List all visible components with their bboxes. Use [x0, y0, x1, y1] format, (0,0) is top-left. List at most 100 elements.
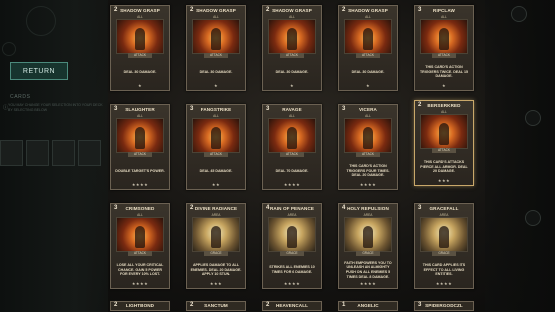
card[interactable]: 4 RAIN OF PENANCE AREA GRACE STRIKES ALL… [262, 203, 322, 289]
card-art [420, 114, 468, 149]
return-button[interactable]: RETURN [10, 62, 68, 80]
card[interactable]: 2 SHADOW GRASP ALL ATTACK DEAL 30 DAMAGE… [186, 5, 246, 91]
card-art [344, 217, 392, 252]
card-type: ATTACK [432, 53, 456, 58]
card-name: ANGELIC [357, 303, 379, 308]
card-art [420, 19, 468, 54]
card-type: ATTACK [128, 152, 152, 157]
figure-icon [211, 28, 221, 50]
card-name: SANCTUM [204, 303, 228, 308]
deck-slots [0, 140, 101, 166]
card[interactable]: 1 ANGELIC [338, 301, 398, 311]
ornament-icon [26, 6, 56, 36]
card-description: DEAL 30 DAMAGE. [275, 69, 309, 74]
card-type: ATTACK [204, 152, 228, 157]
card-type: GRACE [280, 251, 304, 256]
card-name: SHADOW GRASP [196, 8, 236, 13]
card-type: ATTACK [128, 251, 152, 256]
card-description: THIS CARD'S ATTACKS PIERCE ALL ARMOR. DE… [420, 160, 468, 174]
card-name: SHADOW GRASP [120, 8, 160, 13]
figure-icon [287, 28, 297, 50]
figure-icon [135, 28, 145, 50]
card[interactable]: 3 RIPCLAW ALL ATTACK THIS CARD'S ACTION … [414, 5, 474, 91]
card[interactable]: 2 DIVINE RADIANCE AREA GRACE APPLIES DAM… [186, 203, 246, 289]
card[interactable]: 2 BERSERKRED ALL ATTACK THIS CARD'S ATTA… [414, 100, 474, 186]
card-art [192, 217, 240, 252]
card-stars: ★ [365, 83, 371, 88]
emblem-icon [525, 210, 541, 226]
card-stars: ★ [441, 83, 447, 88]
card-stars: ★★★★ [131, 281, 149, 286]
emblem-icon [511, 6, 527, 22]
card[interactable]: 2 HEAVENCALL [262, 301, 322, 311]
card[interactable]: 2 LIGHTBOND [110, 301, 170, 311]
card[interactable]: 3 VICERA ALL ATTACK THIS CARD'S ACTION T… [338, 104, 398, 190]
card-description: DOUBLE TARGET'S POWER. [115, 168, 165, 173]
left-panel: RETURN CARDS ⓘ YOU MAY CHANGE YOUR SELEC… [0, 0, 108, 312]
card-type: ATTACK [280, 53, 304, 58]
card-stars: ★★★★ [283, 281, 301, 286]
card-art [268, 217, 316, 252]
card-name: SHADOW GRASP [348, 8, 388, 13]
card[interactable]: 3 CRIMSONED ALL ATTACK LOSE ALL YOUR CRI… [110, 203, 170, 289]
card-name: RIPCLAW [433, 8, 455, 13]
card[interactable]: 3 FANGSTRIKE ALL ATTACK DEAL 45 DAMAGE. … [186, 104, 246, 190]
card-art [116, 19, 164, 54]
card-type: ATTACK [432, 148, 456, 153]
card-type: GRACE [204, 251, 228, 256]
card-type: GRACE [432, 251, 456, 256]
card-stars: ★★★★ [283, 182, 301, 187]
card-art [192, 19, 240, 54]
card-stars: ★ [213, 83, 219, 88]
card-stars: ★★★ [209, 281, 223, 286]
card-art [344, 19, 392, 54]
card-name: SLAUGHTER [125, 107, 155, 112]
card-name: GRACEFALL [429, 206, 459, 211]
card-name: RAIN OF PENANCE [269, 206, 315, 211]
deck-slot[interactable] [26, 140, 49, 166]
card[interactable]: 4 HOLY REPULSION AREA GRACE FAITH EMPOWE… [338, 203, 398, 289]
card-description: DEAL 30 DAMAGE. [123, 69, 157, 74]
deck-slot[interactable] [52, 140, 75, 166]
card-description: DEAL 30 DAMAGE. [199, 69, 233, 74]
figure-icon [439, 28, 449, 50]
deck-slot[interactable] [0, 140, 23, 166]
card-art [420, 217, 468, 252]
card-art [268, 118, 316, 153]
card-type: ATTACK [204, 53, 228, 58]
figure-icon [135, 226, 145, 248]
figure-icon [439, 123, 449, 145]
card[interactable]: 3 RAVAGE ALL ATTACK DEAL 70 DAMAGE. ★★★★ [262, 104, 322, 190]
deck-slot[interactable] [78, 140, 101, 166]
card-stars: ★★★★ [359, 281, 377, 286]
card[interactable]: 2 SHADOW GRASP ALL ATTACK DEAL 30 DAMAGE… [262, 5, 322, 91]
card-name: RAVAGE [282, 107, 302, 112]
card-description: DEAL 30 DAMAGE. [351, 69, 385, 74]
card[interactable]: 3 SPIDERGODCZL [414, 301, 474, 311]
card[interactable]: 3 GRACEFALL AREA GRACE THIS CARD APPLIES… [414, 203, 474, 289]
card-type: ATTACK [280, 152, 304, 157]
figure-icon [363, 226, 373, 248]
card[interactable]: 3 SLAUGHTER ALL ATTACK DOUBLE TARGET'S P… [110, 104, 170, 190]
card[interactable]: 2 SHADOW GRASP ALL ATTACK DEAL 30 DAMAGE… [338, 5, 398, 91]
card-stars: ★★★ [437, 178, 451, 183]
figure-icon [287, 127, 297, 149]
right-panel [485, 0, 555, 312]
card-name: DIVINE RADIANCE [194, 206, 238, 211]
card-description: THIS CARD'S ACTION TRIGGERS FOUR TIMES. … [346, 164, 390, 178]
card-description: FAITH EMPOWERS YOU TO UNLEASH AN ALMIGHT… [344, 260, 392, 279]
card-description: DEAL 70 DAMAGE. [275, 168, 309, 173]
card-type: ATTACK [356, 152, 380, 157]
card[interactable]: 2 SANCTUM [186, 301, 246, 311]
card-name: VICERA [359, 107, 377, 112]
card-description: THIS CARD APPLIES ITS EFFECT TO ALL LIVI… [422, 263, 466, 277]
card-type: GRACE [356, 251, 380, 256]
card-type: ATTACK [128, 53, 152, 58]
card[interactable]: 2 SHADOW GRASP ALL ATTACK DEAL 30 DAMAGE… [110, 5, 170, 91]
card-name: HOLY REPULSION [347, 206, 389, 211]
card-name: LIGHTBOND [125, 303, 155, 308]
emblem-icon [525, 110, 541, 126]
card-type: ATTACK [356, 53, 380, 58]
card-stars: ★★ [211, 182, 221, 187]
figure-icon [287, 226, 297, 248]
